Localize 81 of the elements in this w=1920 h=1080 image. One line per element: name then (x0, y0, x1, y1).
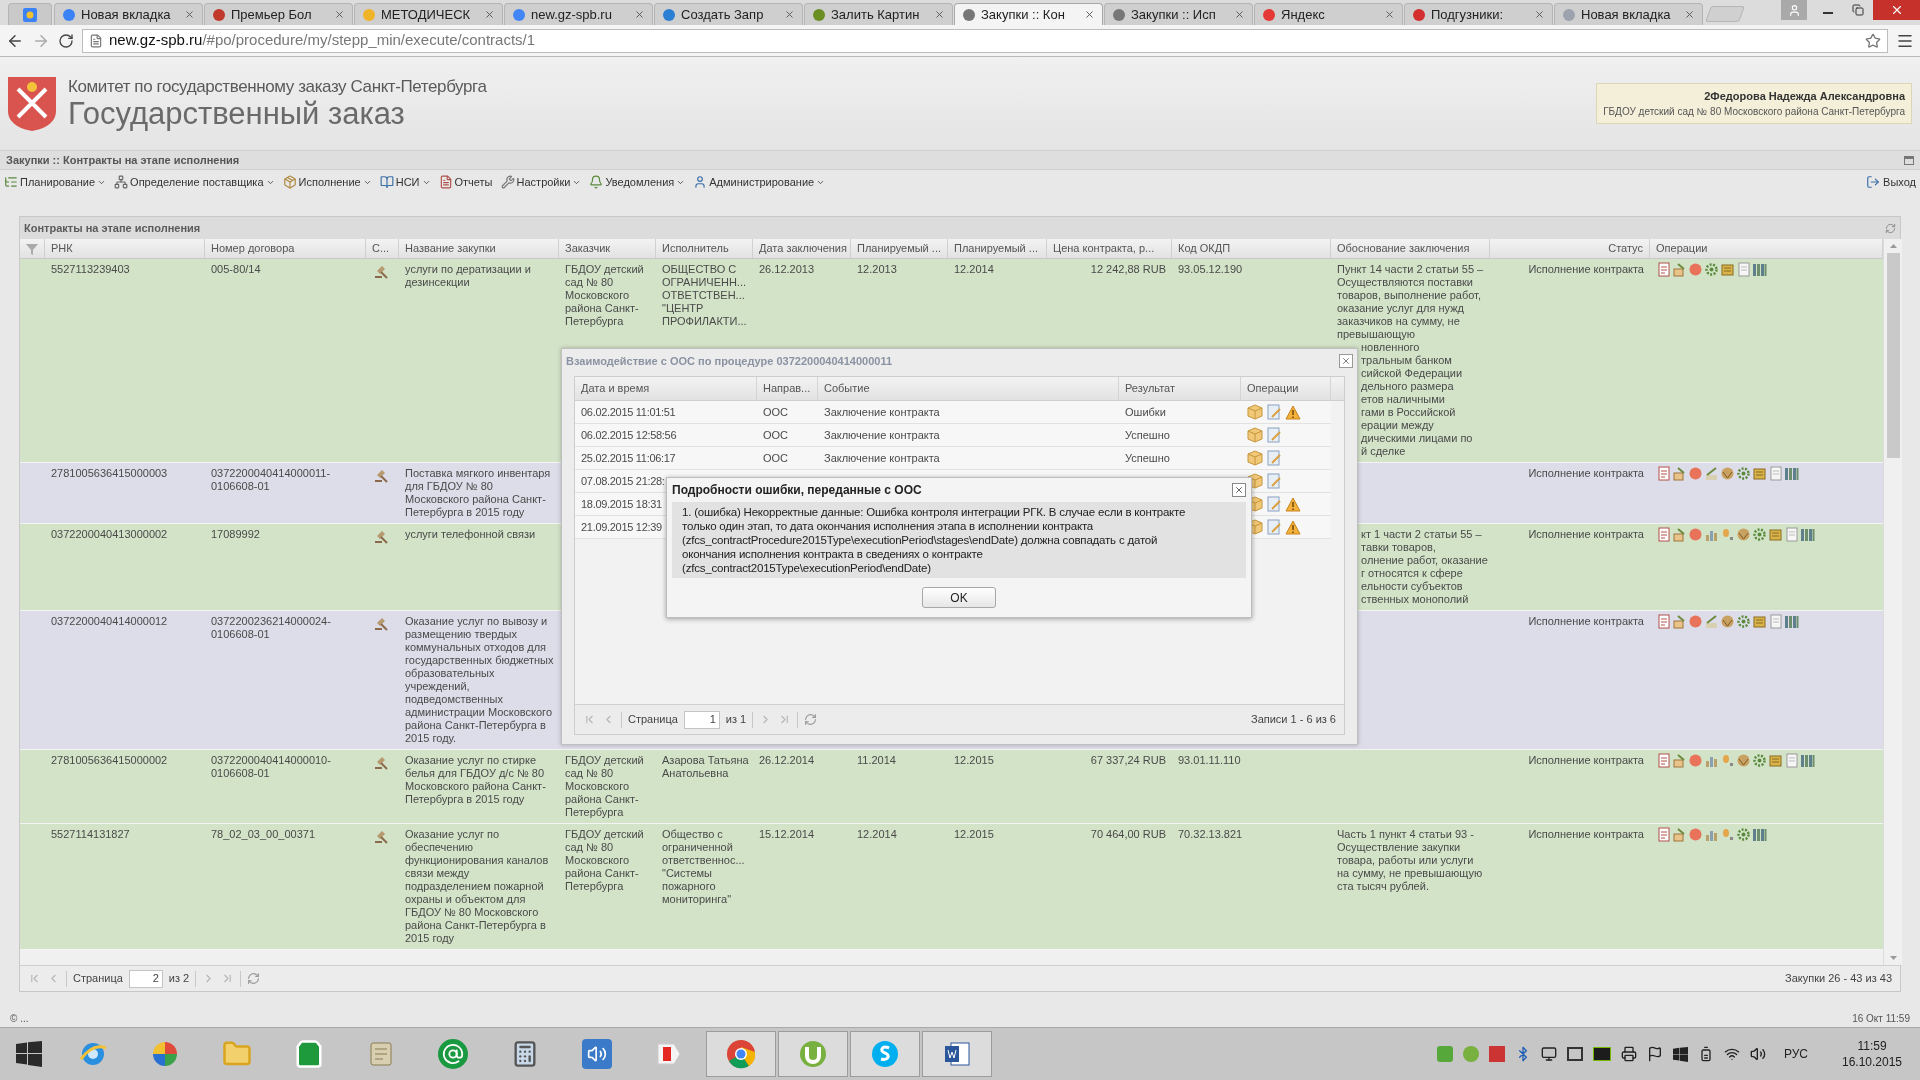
table-cell: ООС (763, 451, 789, 464)
table-cell: 06.02.2015 11:01:51 (581, 405, 676, 418)
page-count: из 1 (725, 712, 747, 728)
dialog-title: Подробности ошибки, переданные с ООС (672, 482, 922, 499)
table-cell: Оказание услуг по вывозу и размещению твердых коммунальных отходов для государственных бюджетных образовательных учреждений, подведомственных администрации Московского района Санкт-Петербурга в 2015 году. (405, 615, 554, 745)
table-cell: Азарова Татьяна Анатольевна (662, 754, 749, 780)
table-cell: 93.05.12.190 (1178, 263, 1243, 276)
table-cell: 21.09.2015 12:39 (581, 520, 662, 533)
user-organization: ГБДОУ детский сад № 80 Московского района Санкт-Петербурга (1603, 105, 1905, 120)
table-cell: ООС (763, 428, 789, 441)
url-text: new.gz-spb.ru/#po/procedure/my/stepp_min/execute/contracts/1 (109, 30, 536, 51)
page-title: Закупки :: Контракты на этапе исполнения (6, 152, 240, 168)
organization-name: Комитет по государственному заказу Санкт-Петербурга (68, 76, 487, 97)
table-cell: 93.01.11.110 (1178, 754, 1241, 767)
table-cell: 0372200236214000024- 0106608-01 (211, 615, 331, 641)
table-cell: 12.2013 (857, 263, 897, 276)
table-cell: Общество с ограниченной ответственнос... "Системы пожарного мониторинга" (662, 828, 745, 906)
table-cell: 06.02.2015 12:58:56 (581, 428, 677, 441)
records-summary: Записи 1 - 6 из 6 (1251, 712, 1336, 728)
table-cell: 0372200040414000010- 0106608-01 (211, 754, 331, 780)
table-cell: Заключение контракта (824, 405, 940, 418)
panel-title: Контракты на этапе исполнения (24, 220, 201, 236)
table-cell: Исполнение контракта (1528, 263, 1644, 276)
dialog-title: Взаимодействие с ООС по процедуре 0372200040414000011 (566, 353, 893, 369)
table-cell: ГБДОУ детский сад № 80 Московского района Санкт- Петербурга (565, 263, 644, 328)
table-cell: ОБЩЕСТВО С ОГРАНИЧЕНН... ОТВЕТСТВЕН... "ЦЕНТР ПРОФИЛАКТИ... (662, 263, 747, 328)
table-cell: 26.12.2014 (759, 754, 815, 767)
page-label: Страница (628, 712, 678, 728)
site-title: Государственный заказ (68, 96, 406, 131)
error-message: 1. (ошибка) Некорректные данные: Ошибка контроля интеграции РГК. В случае если в контракте только один этап, то дата окончания исполнения этапа в исполнении контракта (zfcs_contractProcedure2015Type\executionPeriod\stages\endDate) должна совпадать с датой окончания исполнения контракта в сведениях о контракте (zfcs_contract2015Type\executionPeriod\endDate) (682, 505, 1187, 575)
table-cell: ООС (763, 405, 789, 418)
page-count: из 2 (168, 971, 190, 987)
status-datetime: 16 Окт 11:59 (1852, 1011, 1910, 1026)
table-cell: 12.2014 (954, 263, 994, 276)
table-cell: 17089992 (211, 528, 260, 541)
table-cell: 70.32.13.821 (1178, 828, 1243, 841)
table-cell: Исполнение контракта (1528, 615, 1644, 628)
table-cell: Часть 1 пункт 4 статьи 93 - Осуществление закупки товара, работы или услуги на сумму, не превышающую ста тысяч рублей. (1337, 828, 1483, 893)
table-cell: 0372200040414000011- 0106608-01 (211, 467, 331, 493)
table-cell: 67 337,24 RUB (1090, 754, 1166, 767)
page-label: Страница (73, 971, 123, 987)
table-cell: Оказание услуг по стирке белья для ГБДОУ д/с № 80 Московского района Санкт- Петербурга в 2015 году (405, 754, 546, 806)
table-cell: ГБДОУ детский сад № 80 Московского района Санкт- Петербурга (565, 754, 644, 819)
table-cell: 005-80/14 (211, 263, 261, 276)
table-cell: услуги по дератизации и дезинсекции (405, 263, 531, 289)
table-cell: Поставка мягкого инвентаря для ГБДОУ № 80 Московского района Санкт- Петербурга в 2015 году (405, 467, 551, 519)
table-cell: Заключение контракта (824, 451, 940, 464)
table-cell: 18.09.2015 18:31 (581, 497, 662, 510)
table-cell: 70 464,00 RUB (1090, 828, 1166, 841)
table-cell: 12.2015 (954, 754, 994, 767)
table-cell: 12 242,88 RUB (1090, 263, 1166, 276)
table-cell: 12.2015 (954, 828, 994, 841)
table-cell: 5527114131827 (51, 828, 130, 841)
table-cell: 2781005636415000002 (51, 754, 168, 767)
table-cell: ГБДОУ детский сад № 80 Московского района Санкт- Петербурга (565, 828, 644, 893)
copyright-text: © ... (10, 1011, 29, 1026)
table-cell: Успешно (1125, 428, 1170, 441)
table-cell: Ошибки (1125, 405, 1166, 418)
table-cell: Исполнение контракта (1528, 828, 1644, 841)
table-cell: 26.12.2013 (759, 263, 815, 276)
table-cell: 11.2014 (857, 754, 896, 767)
table-cell: Исполнение контракта (1528, 528, 1644, 541)
table-cell: услуги телефонной связи (405, 528, 536, 541)
table-cell: Заключение контракта (824, 428, 940, 441)
table-cell: 25.02.2015 11:06:17 (581, 451, 676, 464)
table-cell: 0372200040413000002 (51, 528, 168, 541)
table-cell: 15.12.2014 (759, 828, 815, 841)
table-cell: 12.2014 (857, 828, 897, 841)
table-cell: 5527113239403 (51, 263, 130, 276)
records-summary: Закупки 26 - 43 из 43 (1785, 971, 1892, 987)
table-cell: 0372200040414000012 (51, 615, 168, 628)
user-name: 2Федорова Надежда Александровна (1704, 88, 1905, 104)
table-cell: Оказание услуг по обеспечению функционирования каналов связи между подразделением пожарной охраны и объектом для ГБДОУ № 80 Московского района Санкт-Петербурга в 2015 году (405, 828, 549, 945)
table-cell: Исполнение контракта (1528, 754, 1644, 767)
table-cell: Исполнение контракта (1528, 467, 1644, 480)
table-cell: 07.08.2015 21:28: (581, 474, 665, 487)
table-cell: кт 1 части 2 статьи 55 – тавки товаров, олнение работ, оказание г относятся к сфере ельности субъектов ственных монополий (1361, 528, 1488, 606)
table-cell: Успешно (1125, 451, 1170, 464)
table-cell: 2781005636415000003 (51, 467, 168, 480)
table-cell: 78_02_03_00_00371 (211, 828, 315, 841)
table-cell: новленного тральным банком сийской Федерации дельного размера етов наличными гами в Российской ерации между дическими лицами по й сделке (1361, 341, 1473, 458)
